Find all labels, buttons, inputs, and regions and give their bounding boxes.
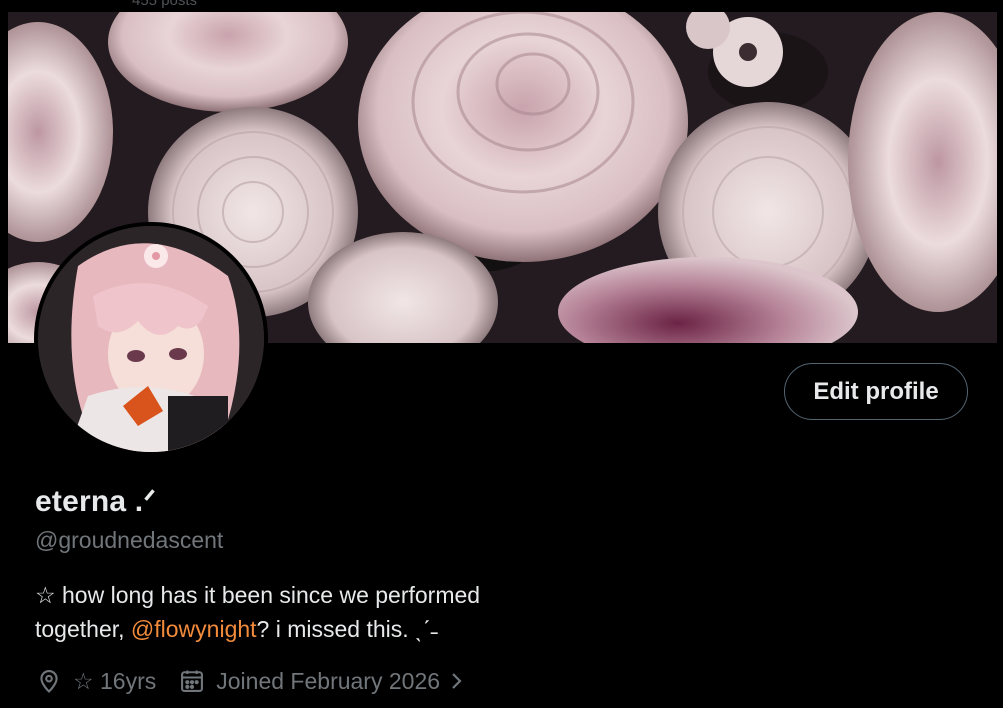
joined-text: Joined February 2026 xyxy=(216,667,441,694)
display-name: eterna .ᐟ xyxy=(35,485,157,518)
bio-line-2-prefix: together, xyxy=(35,616,131,642)
edit-profile-button[interactable]: Edit profile xyxy=(784,363,968,420)
profile-meta: ☆ 16yrs Joined February 2026 xyxy=(35,664,466,698)
bio-line-1: ☆ how long has it been since we performe… xyxy=(35,582,481,608)
header-strip: 455 posts xyxy=(0,0,1003,12)
location-pin-icon xyxy=(35,667,63,695)
left-edge xyxy=(0,0,8,708)
location-item: ☆ 16yrs xyxy=(35,667,156,695)
bio-line-2-suffix: ? i missed this. ˎˊ˗ xyxy=(256,616,439,642)
avatar xyxy=(38,226,264,452)
chevron-right-icon[interactable] xyxy=(448,667,466,695)
avatar-ring[interactable] xyxy=(34,222,268,456)
joined-item[interactable]: Joined February 2026 xyxy=(178,667,466,695)
profile-page: 455 posts Edit profile eterna .ᐟ @groudn… xyxy=(0,0,1003,708)
avatar-image xyxy=(38,226,264,452)
right-edge xyxy=(997,0,1003,708)
location-text: ☆ 16yrs xyxy=(73,667,157,694)
profile-handle: @groudnedascent xyxy=(35,527,224,553)
post-count: 455 posts xyxy=(132,0,198,9)
profile-bio: ☆ how long has it been since we performe… xyxy=(35,578,635,646)
bio-mention-link[interactable]: @flowynight xyxy=(131,616,257,642)
calendar-icon xyxy=(178,667,206,695)
bio-line-2: together, @flowynight? i missed this. ˎˊ… xyxy=(35,612,635,646)
